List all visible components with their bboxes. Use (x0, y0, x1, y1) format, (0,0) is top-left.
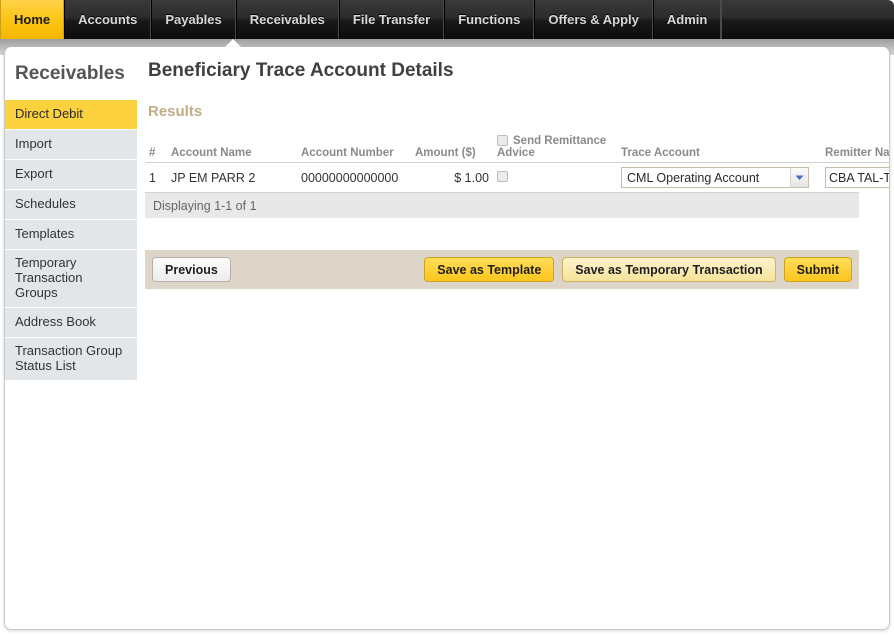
sidebar-item-import[interactable]: Import (5, 130, 137, 160)
main-content: Beneficiary Trace Account Details Result… (137, 47, 889, 629)
column-header-send-remittance-advice: Send Remittance Advice (493, 133, 617, 163)
results-table-wrapper: # Account Name Account Number Amount ($)… (145, 133, 859, 192)
nav-item-offers-apply[interactable]: Offers & Apply (534, 0, 653, 39)
remitter-name-input[interactable] (825, 167, 890, 188)
sidebar-item-label: Import (15, 137, 52, 152)
sidebar-item-label: Export (15, 167, 53, 182)
nav-item-label: Accounts (78, 12, 137, 27)
results-table-body: 1 JP EM PARR 2 00000000000000 $ 1.00 CML… (145, 163, 890, 193)
save-as-template-button[interactable]: Save as Template (424, 257, 554, 282)
results-table: # Account Name Account Number Amount ($)… (145, 133, 890, 192)
nav-item-receivables[interactable]: Receivables (236, 0, 339, 39)
table-row: 1 JP EM PARR 2 00000000000000 $ 1.00 CML… (145, 163, 890, 193)
pagination-status-bar: Displaying 1-1 of 1 (145, 192, 859, 218)
sidebar-item-label: Templates (15, 227, 74, 242)
send-remittance-advice-select-all-checkbox[interactable] (497, 135, 508, 146)
displaying-count-text: Displaying 1-1 of 1 (153, 199, 257, 213)
sidebar-item-label: Transaction Group Status List (15, 344, 127, 374)
nav-item-label: File Transfer (353, 12, 430, 27)
column-header-account-number: Account Number (297, 133, 411, 163)
page-title: Beneficiary Trace Account Details (148, 60, 889, 82)
column-header-account-name: Account Name (167, 133, 297, 163)
sidebar-item-direct-debit[interactable]: Direct Debit (5, 100, 137, 130)
submit-button[interactable]: Submit (784, 257, 852, 282)
nav-item-file-transfer[interactable]: File Transfer (339, 0, 444, 39)
sidebar-item-label: Temporary Transaction Groups (15, 256, 127, 301)
nav-item-payables[interactable]: Payables (151, 0, 235, 39)
nav-item-functions[interactable]: Functions (444, 0, 534, 39)
previous-button[interactable]: Previous (152, 257, 231, 282)
cell-remitter-name (821, 163, 890, 193)
sidebar-item-address-book[interactable]: Address Book (5, 308, 137, 338)
sidebar-item-schedules[interactable]: Schedules (5, 190, 137, 220)
cell-send-remittance-advice (493, 163, 617, 193)
sidebar: Receivables Direct Debit Import Export S… (5, 47, 137, 381)
column-header-amount: Amount ($) (411, 133, 493, 163)
nav-item-admin[interactable]: Admin (653, 0, 721, 39)
action-button-bar: Previous Save as Template Save as Tempor… (145, 250, 859, 289)
top-navigation-bar: Home Accounts Payables Receivables File … (0, 0, 894, 39)
trace-account-selected-value: CML Operating Account (622, 168, 790, 187)
send-remittance-advice-checkbox[interactable] (497, 171, 508, 182)
cell-trace-account: CML Operating Account (617, 163, 821, 193)
chevron-down-icon (790, 168, 808, 187)
column-header-label: Send Remittance Advice (497, 135, 606, 159)
page-container: Receivables Direct Debit Import Export S… (4, 47, 890, 630)
nav-item-label: Receivables (250, 12, 325, 27)
nav-item-home[interactable]: Home (0, 0, 64, 39)
trace-account-select[interactable]: CML Operating Account (621, 167, 809, 188)
cell-account-name: JP EM PARR 2 (167, 163, 297, 193)
table-header-row: # Account Name Account Number Amount ($)… (145, 133, 890, 163)
nav-item-label: Functions (458, 12, 520, 27)
cell-amount: $ 1.00 (411, 163, 493, 193)
sidebar-item-temporary-transaction-groups[interactable]: Temporary Transaction Groups (5, 250, 137, 308)
column-header-number: # (145, 133, 167, 163)
nav-item-label: Home (14, 12, 50, 27)
column-header-trace-account: Trace Account (617, 133, 821, 163)
nav-item-label: Admin (667, 12, 707, 27)
sidebar-title: Receivables (5, 47, 137, 100)
sidebar-item-label: Direct Debit (15, 107, 83, 122)
column-header-remitter-name: Remitter Name (821, 133, 890, 163)
cell-account-number: 00000000000000 (297, 163, 411, 193)
sidebar-item-label: Schedules (15, 197, 76, 212)
sidebar-item-templates[interactable]: Templates (5, 220, 137, 250)
sidebar-item-label: Address Book (15, 315, 96, 330)
nav-item-accounts[interactable]: Accounts (64, 0, 151, 39)
save-as-temporary-transaction-button[interactable]: Save as Temporary Transaction (562, 257, 775, 282)
nav-filler (721, 0, 894, 39)
results-table-head: # Account Name Account Number Amount ($)… (145, 133, 890, 163)
cell-row-number: 1 (145, 163, 167, 193)
nav-item-label: Payables (165, 12, 221, 27)
results-heading: Results (148, 103, 889, 120)
sidebar-item-export[interactable]: Export (5, 160, 137, 190)
nav-item-label: Offers & Apply (548, 12, 639, 27)
sidebar-item-transaction-group-status-list[interactable]: Transaction Group Status List (5, 338, 137, 381)
